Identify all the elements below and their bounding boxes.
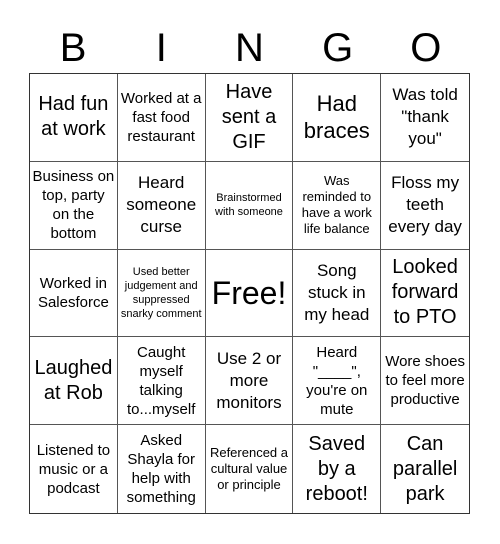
bingo-cell[interactable]: Worked in Salesforce [30, 249, 118, 338]
bingo-cell[interactable]: Wore shoes to feel more productive [381, 337, 469, 426]
bingo-cell[interactable]: Listened to music or a podcast [30, 425, 118, 513]
bingo-header: B I N G O [29, 24, 470, 72]
header-letter-b: B [59, 26, 87, 70]
bingo-cell[interactable]: Can parallel park [381, 425, 469, 513]
bingo-cell[interactable]: Heard someone curse [117, 161, 206, 250]
bingo-cell[interactable]: Used better judgement and suppressed sna… [117, 249, 206, 338]
bingo-cell[interactable]: Was told "thank you" [381, 74, 469, 162]
bingo-cell[interactable]: Was reminded to have a work life balance [293, 161, 382, 250]
bingo-cell[interactable]: Had fun at work [30, 74, 118, 162]
bingo-cell[interactable]: Brainstormed with someone [205, 161, 294, 250]
bingo-cell[interactable]: Referenced a cultural value or principle [206, 425, 294, 513]
bingo-cell[interactable]: Saved by a reboot! [293, 425, 382, 513]
bingo-cell[interactable]: Caught myself talking to...myself [117, 337, 206, 426]
bingo-cell[interactable]: Worked at a fast food restaurant [117, 74, 206, 162]
bingo-cell[interactable]: Song stuck in my head [293, 249, 382, 338]
header-letter-g: G [322, 26, 354, 70]
free-space[interactable]: Free! [205, 249, 294, 338]
bingo-cell[interactable]: Asked Shayla for help with something [118, 425, 206, 513]
bingo-cell[interactable]: Business on top, party on the bottom [30, 161, 118, 250]
bingo-card: Had fun at work Worked at a fast food re… [29, 73, 470, 514]
bingo-cell[interactable]: Floss my teeth every day [381, 162, 469, 250]
bingo-cell[interactable]: Laughed at Rob [30, 337, 118, 426]
header-letter-n: N [235, 26, 264, 70]
bingo-cell[interactable]: Had braces [293, 74, 382, 162]
bingo-cell[interactable]: Use 2 or more monitors [205, 337, 294, 426]
header-letter-o: O [410, 26, 442, 70]
header-letter-i: I [155, 26, 167, 70]
bingo-cell[interactable]: Heard "____", you're on mute [293, 337, 382, 426]
bingo-cell[interactable]: Have sent a GIF [205, 74, 294, 162]
bingo-cell[interactable]: Looked forward to PTO [381, 250, 469, 338]
